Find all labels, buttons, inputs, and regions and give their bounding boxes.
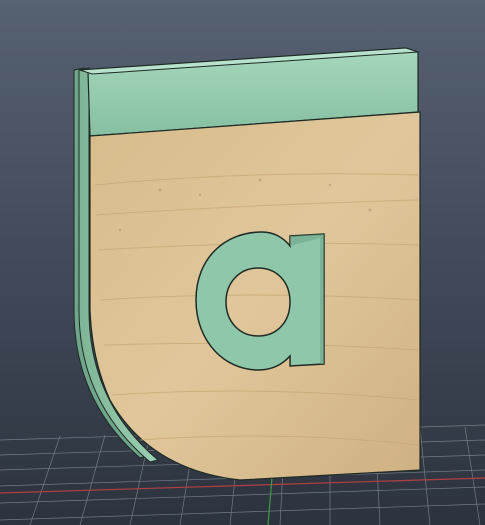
part-body[interactable] <box>73 47 421 481</box>
3d-viewport[interactable] <box>0 0 485 525</box>
viewport-canvas[interactable] <box>0 0 485 525</box>
wood-face <box>89 111 421 481</box>
